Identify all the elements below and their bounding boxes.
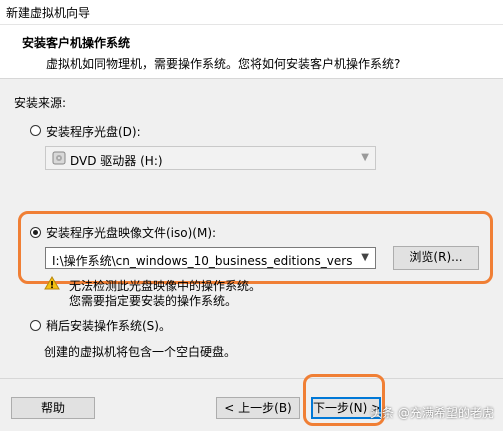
- chevron-down-icon: ▼: [361, 152, 369, 163]
- iso-path-value: I:\操作系统\cn_windows_10_business_editions_…: [52, 254, 352, 268]
- help-button[interactable]: 帮助: [11, 397, 95, 419]
- warning-line-2: 您需要指定要安装的操作系统。: [69, 294, 238, 308]
- page-title: 安装客户机操作系统: [22, 36, 131, 50]
- install-later-label[interactable]: 稍后安装操作系统(S)。: [46, 317, 171, 334]
- back-button[interactable]: < 上一步(B): [216, 397, 300, 419]
- iso-radio[interactable]: [30, 227, 41, 238]
- page-subtitle: 虚拟机如同物理机，需要操作系统。您将如何安装客户机操作系统?: [46, 57, 401, 71]
- optical-drive-select[interactable]: DVD 驱动器 (H:) ▼: [45, 146, 376, 170]
- iso-label[interactable]: 安装程序光盘映像文件(iso)(M):: [46, 224, 216, 241]
- watermark: 头条 @充满希望的老虎: [370, 406, 494, 420]
- footer-divider: [0, 378, 503, 379]
- chevron-down-icon: ▼: [361, 252, 369, 263]
- install-later-description: 创建的虚拟机将包含一个空白硬盘。: [44, 345, 237, 359]
- iso-path-combobox[interactable]: I:\操作系统\cn_windows_10_business_editions_…: [45, 247, 376, 269]
- wizard-header: 安装客户机操作系统 虚拟机如同物理机，需要操作系统。您将如何安装客户机操作系统?: [0, 25, 503, 79]
- optical-drive-radio[interactable]: [30, 125, 41, 136]
- warning-icon: [44, 276, 60, 293]
- title-bar: 新建虚拟机向导: [0, 0, 503, 25]
- optical-drive-value: DVD 驱动器 (H:): [70, 154, 163, 168]
- browse-button[interactable]: 浏览(R)...: [393, 246, 479, 270]
- optical-drive-label[interactable]: 安装程序光盘(D):: [46, 123, 141, 140]
- window-title: 新建虚拟机向导: [6, 6, 91, 20]
- dvd-drive-icon: [52, 151, 66, 168]
- install-later-radio[interactable]: [30, 320, 41, 331]
- source-label: 安装来源:: [14, 96, 67, 110]
